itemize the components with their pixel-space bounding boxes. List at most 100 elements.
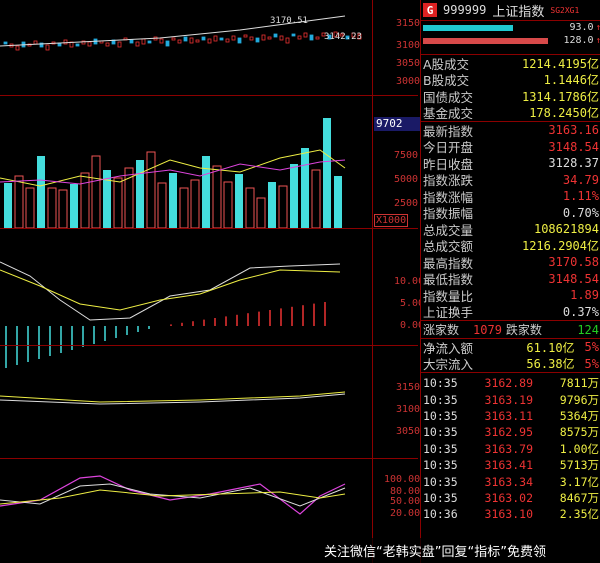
candle bbox=[225, 38, 230, 43]
volume-row: 基金成交 178.2450亿 bbox=[421, 105, 600, 122]
tick-list[interactable]: 10:35 3162.89 7811万 10:35 3163.19 9796万 10:35 3… bbox=[421, 372, 600, 523]
ma-line bbox=[0, 391, 346, 403]
index-row: 指数涨幅 1.11% bbox=[421, 188, 600, 205]
tick-price: 3163.19 bbox=[484, 392, 533, 407]
candle bbox=[177, 39, 182, 44]
index-value: 1.11% bbox=[562, 189, 599, 204]
volume-bar bbox=[58, 189, 68, 229]
candle bbox=[201, 36, 206, 41]
candle bbox=[231, 35, 236, 41]
volume-value: 1.1446亿 bbox=[543, 73, 599, 88]
tick-time: 10:35 bbox=[423, 441, 458, 456]
axis-tick: 3100 bbox=[396, 404, 421, 415]
volume-row: 国债成交 1314.1786亿 bbox=[421, 88, 600, 105]
volume-bar bbox=[334, 176, 342, 228]
buy-strength-bar bbox=[423, 24, 513, 31]
candle bbox=[63, 39, 68, 45]
volume-label: 基金成交 bbox=[423, 106, 474, 122]
flow-row: 净流入额 61.10亿 5% bbox=[421, 339, 600, 356]
volume-bar bbox=[212, 165, 222, 229]
volume-value: 1214.4195亿 bbox=[521, 56, 599, 71]
candle bbox=[183, 36, 188, 42]
axis-tick: 3050 bbox=[396, 58, 421, 69]
candle bbox=[147, 40, 152, 44]
volume-bar bbox=[223, 181, 233, 229]
volume-bar bbox=[278, 185, 288, 229]
tick-row: 10:35 3163.34 3.17亿 bbox=[421, 473, 600, 489]
candle bbox=[105, 42, 110, 47]
index-row: 最新指数 3163.16 bbox=[421, 122, 600, 139]
stock-name: 上证指数 bbox=[492, 4, 545, 20]
main-kline-chart bbox=[0, 15, 362, 515]
volume-bar bbox=[190, 179, 200, 229]
index-value: 108621894 bbox=[533, 222, 599, 237]
volume-bar bbox=[113, 177, 123, 229]
index-section: 最新指数 3163.16 今日开盘 3148.54 昨日收盘 3128.37 指数涨跌 34.… bbox=[421, 121, 600, 320]
index-value: 3128.37 bbox=[548, 156, 599, 171]
candle bbox=[75, 43, 80, 47]
down-count: 124 bbox=[577, 322, 599, 337]
tick-volume: 8575万 bbox=[559, 425, 599, 440]
candle bbox=[117, 41, 122, 48]
up-count: 1079 bbox=[473, 322, 502, 337]
up-arrow-icon: ↑ bbox=[595, 35, 600, 46]
dea-line bbox=[0, 269, 341, 311]
stock-code: 999999 bbox=[443, 3, 487, 17]
low-price-label: 3142.23 bbox=[324, 32, 362, 42]
index-row: 昨日收盘 3128.37 bbox=[421, 155, 600, 172]
candle bbox=[207, 38, 212, 44]
tick-volume: 5364万 bbox=[559, 408, 599, 423]
chart-area[interactable]: 3170.51 3142.23 3150 3100 3050 3000 9702… bbox=[0, 0, 424, 563]
sell-strength-bar bbox=[423, 37, 548, 44]
promo-watermark: 关注微信“老韩实盘”回复“指标”免费领 bbox=[270, 538, 600, 563]
axis-divider bbox=[372, 0, 373, 563]
candle bbox=[315, 36, 320, 40]
volume-bar bbox=[290, 164, 298, 228]
tick-price: 3163.79 bbox=[484, 441, 533, 456]
axis-tick: 3100 bbox=[396, 40, 421, 51]
candle bbox=[297, 35, 302, 40]
kdj-line bbox=[0, 483, 346, 507]
volume-unit: X1000 bbox=[374, 214, 409, 227]
candle bbox=[129, 39, 134, 44]
index-value: 0.37% bbox=[562, 304, 599, 319]
volume-bar bbox=[311, 169, 321, 229]
volume-row: A股成交 1214.4195亿 bbox=[421, 55, 600, 72]
index-row: 总成交量 108621894 bbox=[421, 221, 600, 238]
stock-header[interactable]: G 999999 上证指数 SG2XG1 bbox=[421, 0, 600, 21]
volume-bar bbox=[245, 187, 255, 229]
volume-bar bbox=[25, 187, 35, 229]
candle bbox=[33, 40, 38, 45]
candle bbox=[195, 39, 200, 43]
index-value: 3148.54 bbox=[548, 139, 599, 154]
tick-time: 10:35 bbox=[423, 392, 458, 407]
volume-bar bbox=[323, 118, 331, 228]
volume-indicator-box: 9702 bbox=[374, 117, 420, 131]
axis-tick: 50.00 bbox=[390, 496, 421, 507]
flow-section: 净流入额 61.10亿 5% 大宗流入 56.38亿 5% bbox=[421, 338, 600, 372]
tick-row: 10:35 3162.89 7811万 bbox=[421, 375, 600, 391]
candle bbox=[291, 33, 296, 37]
tick-price: 3162.89 bbox=[484, 376, 533, 391]
volume-bar bbox=[256, 197, 266, 229]
candle bbox=[171, 37, 176, 41]
index-row: 总成交额 1216.2904亿 bbox=[421, 238, 600, 254]
panel-divider bbox=[0, 345, 418, 346]
panel-divider bbox=[0, 228, 418, 229]
volume-value: 178.2450亿 bbox=[529, 106, 599, 121]
candle bbox=[159, 38, 164, 44]
tick-volume: 1.00亿 bbox=[559, 441, 599, 456]
volume-bar bbox=[37, 156, 45, 228]
flow-pct: 5% bbox=[584, 340, 599, 355]
index-label: 上证换手 bbox=[423, 305, 474, 321]
volume-value: 1314.1786亿 bbox=[521, 89, 599, 104]
index-row: 最高指数 3170.58 bbox=[421, 254, 600, 271]
candle bbox=[87, 41, 92, 47]
axis-tick: 2500 bbox=[394, 198, 419, 209]
tick-price: 3162.95 bbox=[484, 425, 533, 440]
volume-bar bbox=[136, 160, 144, 228]
axis-tick: 3150 bbox=[396, 382, 421, 393]
volume-bar bbox=[301, 148, 309, 228]
candle bbox=[237, 37, 242, 44]
tick-row: 10:35 3163.19 9796万 bbox=[421, 391, 600, 407]
